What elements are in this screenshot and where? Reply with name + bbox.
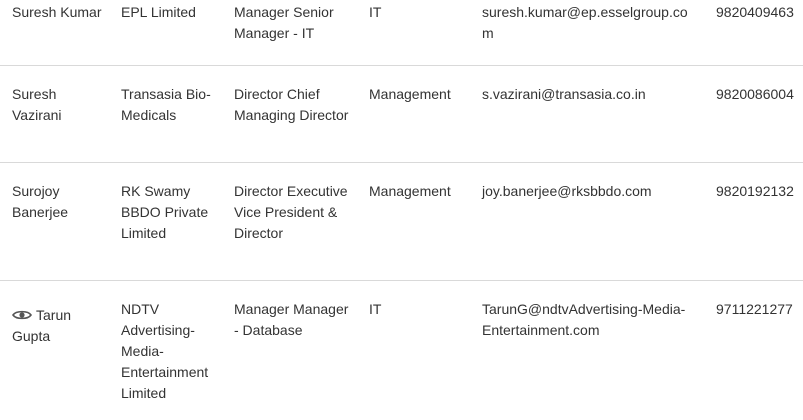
contact-email: s.vazirani@transasia.co.in bbox=[470, 65, 704, 163]
contact-company: RK Swamy BBDO Private Limited bbox=[109, 162, 222, 281]
contact-department: Management bbox=[357, 162, 470, 281]
contact-name: Suresh Kumar bbox=[0, 0, 109, 66]
table-row[interactable]: Tarun Gupta NDTV Advertising-Media-Enter… bbox=[0, 280, 803, 420]
contact-title: Manager Senior Manager - IT bbox=[222, 0, 357, 66]
contact-phone: 9711221277 bbox=[716, 300, 793, 317]
contact-email: TarunG@ndtvAdvertising-Media-Entertainme… bbox=[482, 300, 686, 338]
table-row[interactable]: Suresh Kumar EPL Limited Manager Senior … bbox=[0, 0, 803, 66]
table-row[interactable]: Surojoy Banerjee RK Swamy BBDO Private L… bbox=[0, 162, 803, 281]
contact-email: joy.banerjee@rksbbdo.com bbox=[470, 162, 704, 281]
contact-phone: 9820192132 bbox=[704, 162, 803, 281]
contact-department: IT bbox=[357, 0, 470, 66]
contact-phone: 9820409463 bbox=[704, 0, 803, 66]
contact-title: Manager Manager - Database bbox=[234, 300, 349, 338]
contact-company: Transasia Bio-Medicals bbox=[109, 65, 222, 163]
contact-title: Director Chief Managing Director bbox=[222, 65, 357, 163]
contact-department: Management bbox=[357, 65, 470, 163]
contact-department: IT bbox=[369, 300, 382, 317]
contact-name: Suresh Vazirani bbox=[0, 65, 109, 163]
table-row[interactable]: Suresh Vazirani Transasia Bio-Medicals D… bbox=[0, 65, 803, 163]
eye-icon[interactable] bbox=[12, 306, 32, 319]
contact-company: EPL Limited bbox=[109, 0, 222, 66]
contact-title: Director Executive Vice President & Dire… bbox=[222, 162, 357, 281]
contact-phone: 9820086004 bbox=[704, 65, 803, 163]
contact-email: suresh.kumar@ep.esselgroup.com bbox=[470, 0, 704, 66]
contact-name: Surojoy Banerjee bbox=[0, 162, 109, 281]
contact-company: NDTV Advertising-Media-Entertainment Lim… bbox=[121, 300, 209, 401]
contacts-table: Suresh Kumar EPL Limited Manager Senior … bbox=[0, 0, 803, 420]
contact-name-cell: Tarun Gupta bbox=[0, 280, 109, 420]
